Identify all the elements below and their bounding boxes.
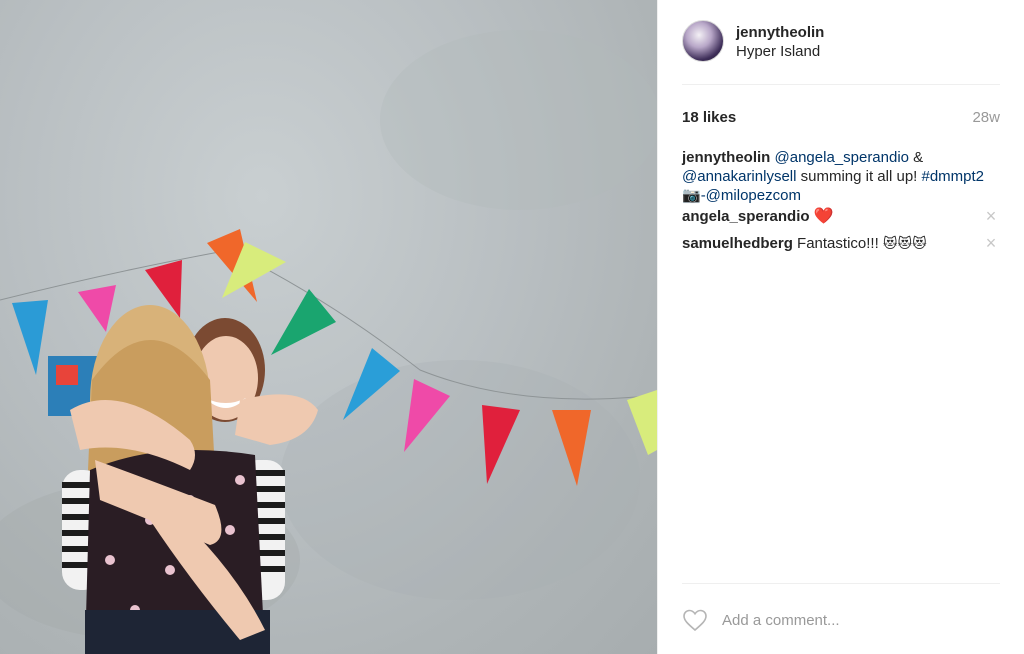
post-header: jennytheolin Hyper Island [682,20,1000,84]
likes-count[interactable]: 18 likes [682,109,736,126]
comment-item: samuelhedberg Fantastico!!! 😻😻😻 × [682,234,1000,253]
caption-mention-angela[interactable]: @angela_sperandio [775,149,910,166]
heart-eyes-cat-emoji-icon: 😻😻😻 [882,235,927,251]
comment-text: Fantastico!!! [797,235,883,252]
heart-outline-icon[interactable] [682,608,708,632]
post-age[interactable]: 28w [972,109,1000,126]
comment-bar [682,606,1000,634]
comment-username[interactable]: angela_sperandio [682,208,810,225]
red-heart-emoji-icon: ❤️ [813,208,834,225]
comment-divider [682,583,1000,584]
post-location[interactable]: Hyper Island [736,42,824,61]
post-stats: 18 likes 28w [682,108,1000,126]
camera-emoji-icon: 📷 [682,187,701,204]
comment-list: jennytheolin @angela_sperandio & @annaka… [682,148,1000,261]
comment-item: angela_sperandio ❤️ × [682,207,1000,226]
author-username[interactable]: jennytheolin [736,23,824,42]
close-icon[interactable]: × [984,207,998,225]
comment-username[interactable]: samuelhedberg [682,235,793,252]
caption-username[interactable]: jennytheolin [682,149,770,166]
caption-text: summing it all up! [796,168,922,185]
post-sidebar: jennytheolin Hyper Island 18 likes 28w j… [657,0,1024,654]
caption-hashtag[interactable]: #dmmpt2 [922,168,985,185]
caption-credit-mention[interactable]: -@milopezcom [701,187,801,204]
caption-mention-annakarin[interactable]: @annakarinlysell [682,168,796,185]
post-caption: jennytheolin @angela_sperandio & @annaka… [682,148,1000,205]
photo-illustration [0,30,657,654]
post-photo[interactable] [0,0,657,654]
add-comment-input[interactable] [722,611,992,629]
header-divider [682,84,1000,85]
author-info: jennytheolin Hyper Island [736,23,824,61]
instagram-post: jennytheolin Hyper Island 18 likes 28w j… [0,0,1024,654]
caption-ampersand: & [909,149,924,166]
close-icon[interactable]: × [984,234,998,252]
author-avatar[interactable] [682,20,724,62]
